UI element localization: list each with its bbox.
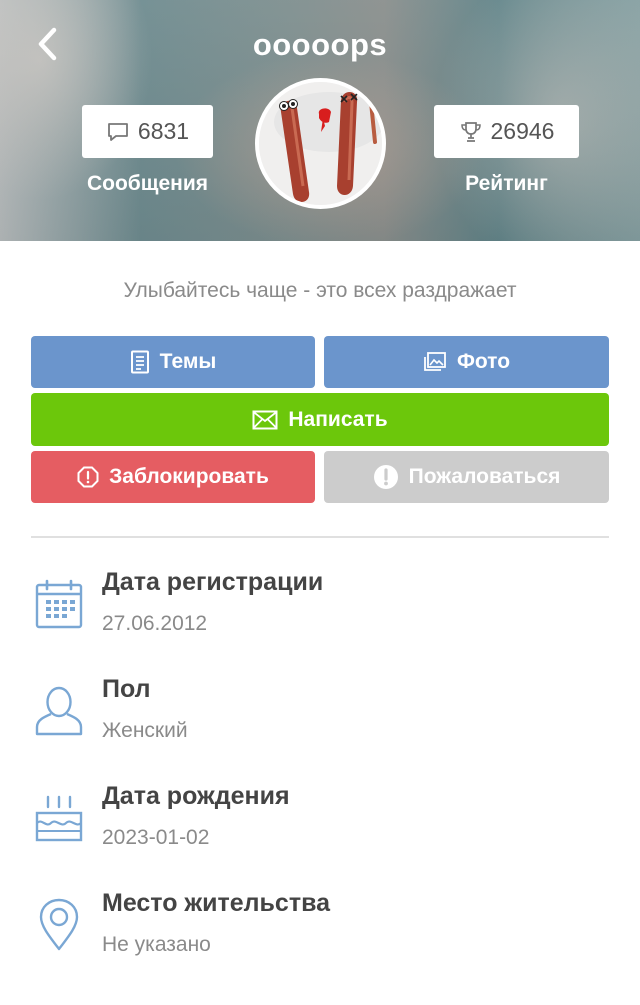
messages-count: 6831 — [137, 118, 190, 144]
envelope-icon — [252, 410, 278, 429]
residence-value: Не указано — [102, 933, 211, 956]
topics-button-label: Темы — [159, 350, 217, 373]
registration-date-row: Дата регистрации 27.06.2012 — [0, 568, 640, 658]
user-status-text: Улыбайтесь чаще - это всех раздражает — [123, 279, 517, 302]
exclamation-icon — [373, 465, 398, 489]
document-icon — [130, 350, 149, 374]
trophy-icon — [460, 121, 481, 142]
write-button-label: Написать — [288, 407, 388, 431]
calendar-icon — [33, 576, 85, 632]
rating-box[interactable]: 26946 — [434, 105, 579, 158]
cake-icon — [33, 790, 85, 846]
gender-row: Пол Женский — [0, 675, 640, 765]
block-button-label: Заблокировать — [109, 465, 269, 488]
gender-value: Женский — [102, 719, 188, 742]
photo-button-label: Фото — [456, 350, 511, 373]
avatar[interactable] — [255, 78, 386, 209]
avatar-image — [259, 82, 382, 205]
location-pin-icon — [33, 897, 85, 953]
user-icon — [33, 683, 85, 739]
registration-date-value: 27.06.2012 — [102, 612, 208, 635]
messages-count-box[interactable]: 6831 — [82, 105, 213, 158]
photo-icon — [424, 352, 446, 371]
rating-value: 26946 — [490, 118, 555, 144]
residence-row: Место жительства Не указано — [0, 889, 640, 979]
write-message-button[interactable]: Написать — [31, 393, 609, 446]
birthday-label: Дата рождения — [102, 782, 290, 810]
photo-button[interactable]: Фото — [324, 336, 609, 388]
messages-label: Сообщения — [86, 172, 209, 195]
birthday-row: Дата рождения 2023-01-02 — [0, 782, 640, 872]
stop-icon — [77, 466, 99, 488]
topics-button[interactable]: Темы — [31, 336, 315, 388]
divider — [31, 536, 609, 538]
gender-label: Пол — [102, 675, 151, 703]
birthday-value: 2023-01-02 — [102, 826, 210, 849]
page-title: ooooops — [252, 27, 388, 62]
speech-bubble-icon — [108, 122, 128, 141]
registration-date-label: Дата регистрации — [102, 568, 324, 596]
report-button-label: Пожаловаться — [408, 465, 561, 488]
profile-header: ooooops 6831 Сообщения 26946 Рейтинг — [0, 0, 640, 241]
residence-label: Место жительства — [102, 889, 331, 917]
report-button[interactable]: Пожаловаться — [324, 451, 609, 503]
block-user-button[interactable]: Заблокировать — [31, 451, 315, 503]
rating-label: Рейтинг — [465, 172, 548, 195]
